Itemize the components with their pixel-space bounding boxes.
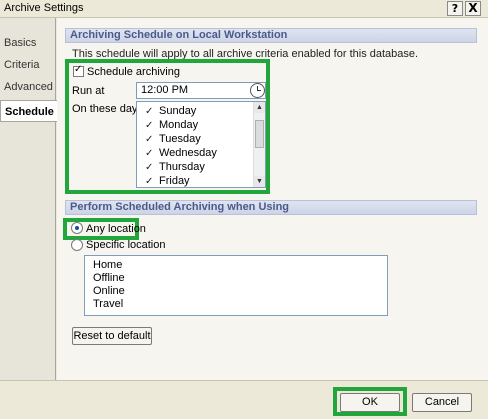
location-item-offline[interactable]: Offline (93, 272, 125, 284)
clock-icon[interactable] (250, 83, 265, 98)
days-list[interactable]: ✓ Sunday ✓ Monday ✓ Tuesday ✓ Wednesday ✓ Thu… (136, 101, 266, 188)
schedule-archiving-label: Schedule archiving (87, 66, 180, 78)
days-scrollbar[interactable]: ▲ ▼ (253, 102, 265, 187)
day-item-monday[interactable]: ✓ Monday (145, 119, 198, 131)
scroll-down-icon[interactable]: ▼ (254, 176, 265, 187)
location-item-travel[interactable]: Travel (93, 298, 123, 310)
sidebar-item-advanced[interactable]: Advanced (0, 76, 56, 98)
on-these-days-label: On these days (72, 103, 143, 115)
run-at-label: Run at (72, 85, 105, 97)
check-icon: ✓ (145, 120, 154, 131)
specific-location-radio[interactable] (71, 239, 83, 251)
sidebar-item-schedule[interactable]: Schedule (0, 100, 58, 122)
sidebar: Basics Criteria Advanced Schedule (0, 18, 58, 380)
check-icon: ✓ (145, 106, 154, 117)
sidebar-item-basics[interactable]: Basics (0, 32, 56, 54)
section-header-schedule: Archiving Schedule on Local Workstation (65, 28, 477, 43)
location-item-online[interactable]: Online (93, 285, 125, 297)
scroll-up-icon[interactable]: ▲ (254, 102, 265, 113)
location-item-home[interactable]: Home (93, 259, 122, 271)
day-item-sunday[interactable]: ✓ Sunday (145, 105, 196, 117)
day-label: Monday (159, 119, 199, 131)
day-item-tuesday[interactable]: ✓ Tuesday (145, 133, 201, 145)
day-label: Sunday (159, 105, 197, 117)
ok-button[interactable]: OK (340, 393, 400, 412)
reset-to-default-button[interactable]: Reset to default (72, 327, 152, 345)
run-at-time-input[interactable]: 12:00 PM (136, 82, 266, 99)
check-icon: ✓ (145, 176, 154, 187)
check-icon: ✓ (145, 134, 154, 145)
any-location-label: Any location (86, 223, 146, 235)
day-item-thursday[interactable]: ✓ Thursday (145, 161, 205, 173)
sidebar-item-criteria[interactable]: Criteria (0, 54, 56, 76)
checkmark-icon: ✓ (74, 64, 83, 75)
title-bar: Archive Settings ? X (0, 0, 488, 18)
section-header-location: Perform Scheduled Archiving when Using (65, 200, 477, 215)
any-location-radio[interactable] (71, 222, 83, 234)
day-item-wednesday[interactable]: ✓ Wednesday (145, 147, 217, 159)
specific-location-label: Specific location (86, 239, 166, 251)
check-icon: ✓ (145, 148, 154, 159)
day-label: Tuesday (159, 133, 201, 145)
day-label: Thursday (159, 161, 205, 173)
cancel-button[interactable]: Cancel (412, 393, 472, 412)
schedule-archiving-checkbox[interactable]: ✓ (73, 64, 84, 77)
scroll-thumb[interactable] (255, 120, 264, 148)
radio-dot (75, 226, 79, 230)
day-label: Wednesday (159, 147, 217, 159)
day-item-friday[interactable]: ✓ Friday (145, 175, 190, 187)
location-list[interactable]: Home Offline Online Travel (84, 255, 388, 316)
close-button[interactable]: X (465, 1, 481, 16)
window-title: Archive Settings (4, 2, 84, 14)
check-icon: ✓ (145, 162, 154, 173)
day-label: Friday (159, 175, 190, 187)
help-button[interactable]: ? (447, 1, 463, 16)
